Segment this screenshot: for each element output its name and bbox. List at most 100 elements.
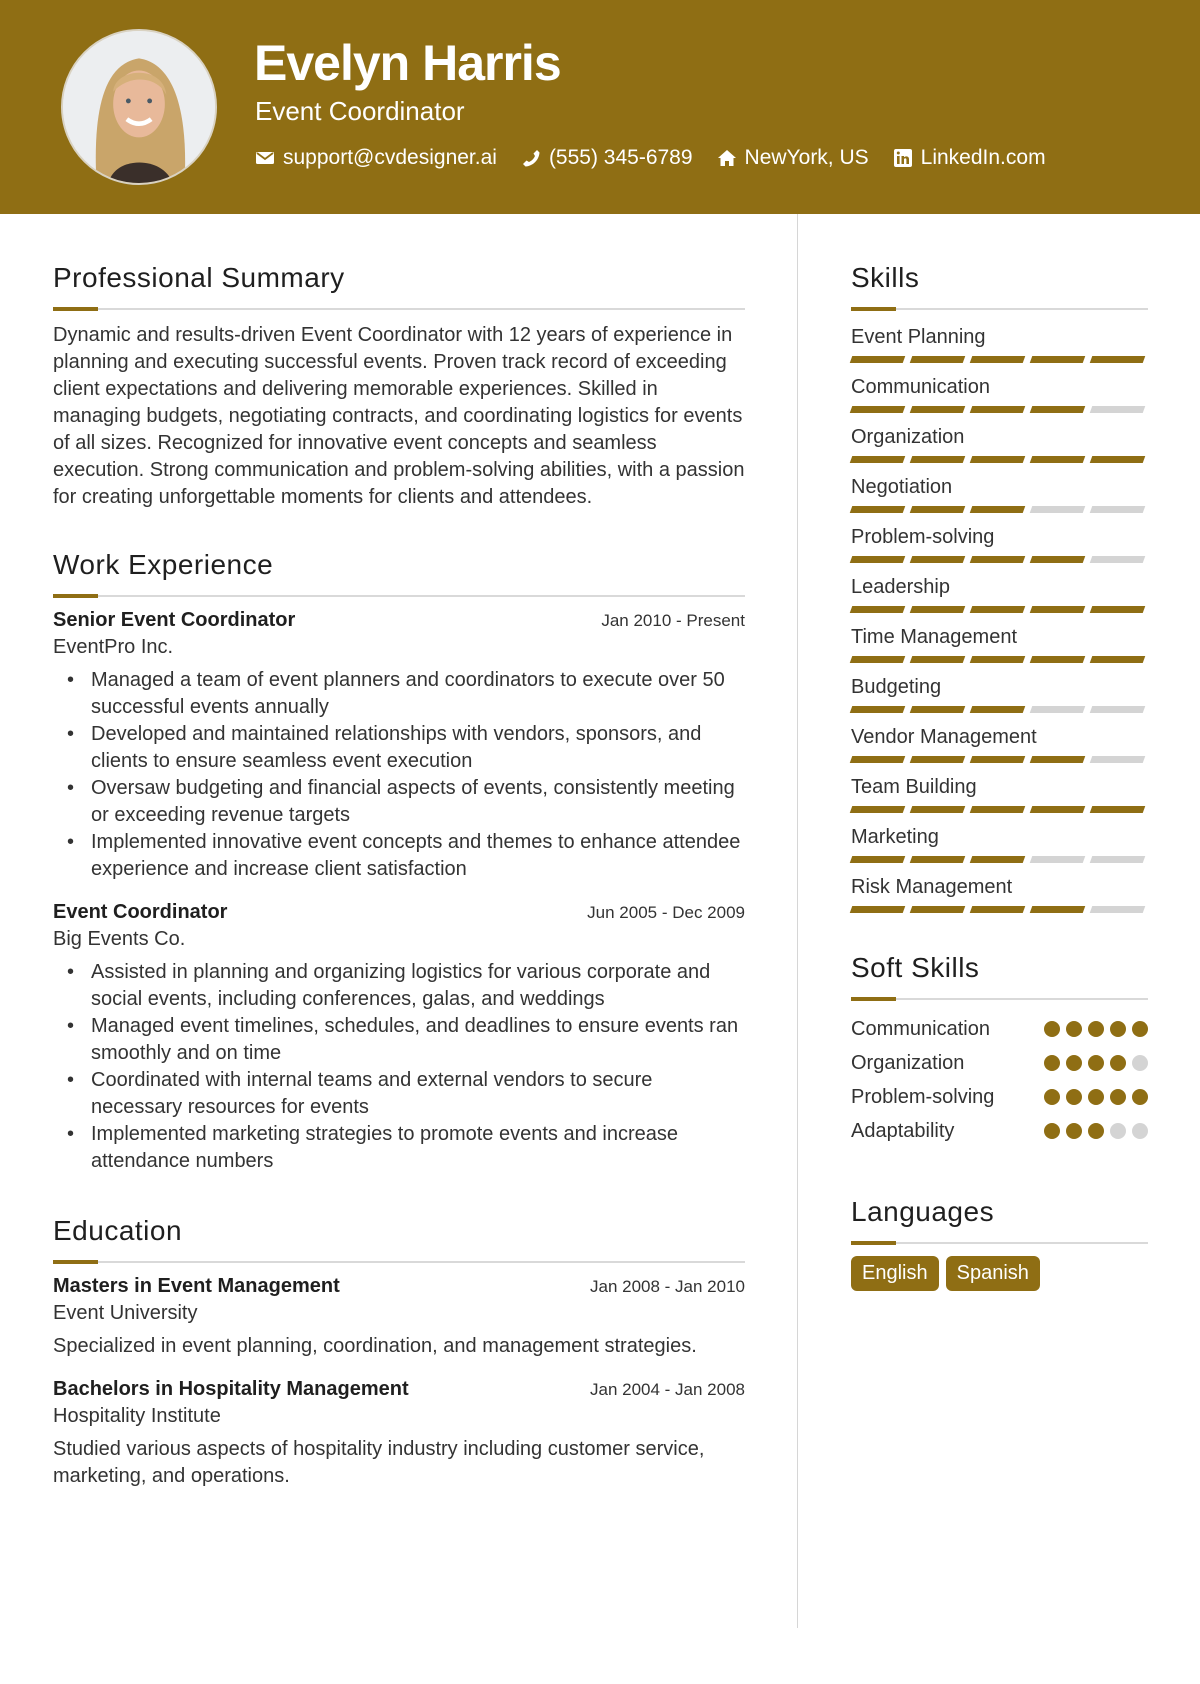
rating-dot-empty (1132, 1123, 1148, 1139)
skill-label: Leadership (851, 576, 950, 598)
skill-level-bar (849, 856, 1148, 863)
level-segment-filled (1089, 456, 1146, 463)
skill-level-bar (849, 756, 1148, 763)
skill-label: Time Management (851, 626, 1017, 648)
skill-item: Event Planning (849, 322, 1148, 372)
level-segment-filled (1029, 906, 1086, 913)
level-segment-filled (1089, 806, 1146, 813)
education-description: Studied various aspects of hospitality i… (53, 1438, 705, 1487)
level-segment-filled (969, 456, 1026, 463)
rating-dot-filled (1088, 1021, 1104, 1037)
level-segment-filled (849, 806, 906, 813)
job-bullet: Oversaw budgeting and financial aspects … (67, 775, 745, 829)
level-segment-filled (969, 906, 1026, 913)
phone-icon (522, 150, 540, 167)
section-rule (53, 1260, 745, 1264)
soft-skill-item: Communication (851, 1012, 1148, 1046)
level-segment-filled (1029, 456, 1086, 463)
main-column: Professional Summary Dynamic and results… (53, 262, 745, 1502)
rating-dot-filled (1044, 1021, 1060, 1037)
job-company: EventPro Inc. (53, 636, 174, 658)
rating-dot-filled (1044, 1089, 1060, 1105)
level-segment-empty (1089, 706, 1146, 713)
contact-email-text: support@cvdesigner.ai (283, 146, 497, 169)
rating-dot-filled (1110, 1021, 1126, 1037)
level-segment-empty (1089, 906, 1146, 913)
level-segment-empty (1029, 856, 1086, 863)
level-segment-filled (849, 656, 906, 663)
contact-phone[interactable]: (555) 345-6789 (521, 146, 693, 170)
school-name: Hospitality Institute (53, 1405, 221, 1427)
section-rule (53, 594, 745, 598)
soft-skill-item: Problem-solving (851, 1080, 1148, 1114)
skill-label: Event Planning (851, 326, 986, 348)
job-bullet: Implemented marketing strategies to prom… (67, 1121, 745, 1175)
education-entry: Masters in Event Management Jan 2008 - J… (53, 1275, 745, 1360)
rating-dot-filled (1088, 1055, 1104, 1071)
level-segment-filled (969, 606, 1026, 613)
job-bullet: Managed event timelines, schedules, and … (67, 1013, 745, 1067)
level-segment-filled (909, 656, 966, 663)
contact-linkedin-text: LinkedIn.com (920, 146, 1046, 169)
job-entry: Event Coordinator Jun 2005 - Dec 2009 Bi… (53, 901, 745, 1175)
level-segment-filled (909, 406, 966, 413)
contact-linkedin[interactable]: LinkedIn.com (893, 146, 1046, 170)
education-description: Specialized in event planning, coordinat… (53, 1335, 697, 1357)
skill-level-bar (849, 906, 1148, 913)
section-title: Work Experience (53, 549, 274, 580)
skill-item: Organization (849, 422, 1148, 472)
level-segment-filled (849, 606, 906, 613)
candidate-name: Evelyn Harris (254, 35, 562, 91)
level-segment-filled (1089, 356, 1146, 363)
level-segment-filled (909, 456, 966, 463)
level-segment-filled (849, 756, 906, 763)
section-title: Skills (851, 262, 920, 293)
rating-dot-filled (1088, 1123, 1104, 1139)
level-segment-filled (909, 606, 966, 613)
skill-level-bar (849, 556, 1148, 563)
level-segment-filled (909, 706, 966, 713)
home-icon (717, 150, 736, 166)
language-tag: Spanish (945, 1256, 1040, 1291)
level-segment-filled (849, 356, 906, 363)
soft-skills-list: Communication Organization Problem-solving… (851, 1012, 1148, 1148)
level-segment-filled (909, 556, 966, 563)
level-segment-filled (909, 806, 966, 813)
skill-level-bar (849, 656, 1148, 663)
level-segment-filled (909, 906, 966, 913)
job-bullet: Managed a team of event planners and coo… (67, 667, 745, 721)
level-segment-filled (969, 706, 1026, 713)
soft-skill-rating (1044, 1089, 1148, 1105)
job-title: Event Coordinator (53, 901, 228, 923)
skill-label: Negotiation (851, 476, 953, 498)
degree-title: Bachelors in Hospitality Management (53, 1378, 409, 1400)
skill-level-bar (849, 456, 1148, 463)
section-title: Soft Skills (851, 952, 980, 983)
level-segment-filled (849, 556, 906, 563)
job-company: Big Events Co. (53, 928, 186, 950)
envelope-icon (256, 152, 274, 164)
skill-item: Problem-solving (849, 522, 1148, 572)
level-segment-filled (1029, 656, 1086, 663)
contact-email[interactable]: support@cvdesigner.ai (255, 146, 497, 170)
level-segment-filled (1029, 756, 1086, 763)
contact-location-text: NewYork, US (744, 146, 869, 169)
linkedin-icon (893, 149, 912, 167)
job-bullet: Implemented innovative event concepts an… (67, 829, 745, 883)
skill-label: Organization (851, 426, 965, 448)
level-segment-filled (969, 756, 1026, 763)
level-segment-filled (969, 856, 1026, 863)
soft-skill-label: Organization (851, 1051, 965, 1074)
portrait-image (63, 31, 215, 183)
soft-skill-item: Organization (851, 1046, 1148, 1080)
rating-dot-empty (1132, 1055, 1148, 1071)
rating-dot-filled (1066, 1021, 1082, 1037)
level-segment-empty (1089, 406, 1146, 413)
languages-list: English Spanish (851, 1256, 1148, 1291)
skill-level-bar (849, 606, 1148, 613)
rating-dot-filled (1044, 1123, 1060, 1139)
level-segment-filled (969, 806, 1026, 813)
level-segment-filled (1029, 406, 1086, 413)
level-segment-filled (849, 906, 906, 913)
skill-level-bar (849, 356, 1148, 363)
